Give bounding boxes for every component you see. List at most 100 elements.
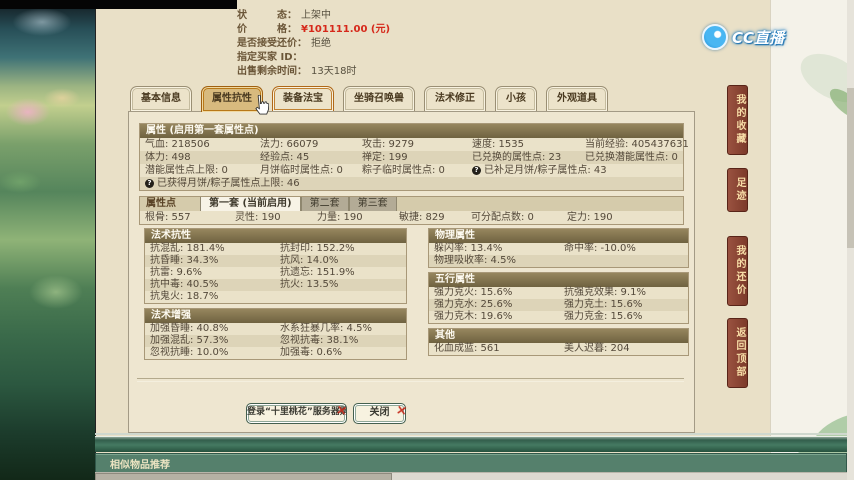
stat-cell: 抗雷: 9.6% <box>150 267 280 279</box>
tab-label: 属性抗性 <box>212 93 252 104</box>
sale-info-label: 价 格： <box>237 23 297 37</box>
cursor-hand-icon <box>253 95 269 120</box>
stat-rows: 抗混乱: 181.4% 抗封印: 152.2% 抗昏睡: 34.3% 抗风: 1… <box>145 243 406 303</box>
box-title: 物理属性 <box>429 229 688 243</box>
box-title: 五行属性 <box>429 273 688 287</box>
tab-label: 小孩 <box>506 93 526 104</box>
stat-row: 加强昏睡: 40.8% 水系狂暴几率: 4.5% <box>145 323 406 335</box>
tab[interactable]: 基本信息 <box>130 86 192 111</box>
attributes-box: 属性 (启用第一套属性点) 气血: 218506 法力: 66079 攻击: 9… <box>139 123 684 191</box>
box-title: 其他 <box>429 329 688 343</box>
tab-label: 基本信息 <box>141 93 181 104</box>
stat-row: 抗混乱: 181.4% 抗封印: 152.2% <box>145 243 406 255</box>
box-title: 法术增强 <box>145 309 406 323</box>
tab[interactable]: 小孩 <box>495 86 537 111</box>
physical-attr-box: 物理属性 躲闪率: 13.4% 命中率: -10.0% 物理吸收率: 4.5% <box>428 228 689 268</box>
stat-rows: 加强昏睡: 40.8% 水系狂暴几率: 4.5% 加强混乱: 57.3% 忽视抗… <box>145 323 406 359</box>
attribute-points-tab[interactable]: 第一套 (当前启用) <box>200 197 301 211</box>
stat-row: 加强混乱: 57.3% 忽视抗毒: 38.1% <box>145 335 406 347</box>
red-seal-icon: ✕ <box>395 403 408 420</box>
stat-cell: ?已补足月饼/粽子属性点: 43 <box>472 164 585 177</box>
top-black-strip <box>0 0 237 9</box>
sidebar-tab-label: 足迹 <box>734 177 745 203</box>
attribute-points-tab[interactable]: 第三套 <box>349 197 397 211</box>
cc-live-brand-text: CC直播 <box>732 27 784 48</box>
stat-cell: 法力: 66079 <box>260 138 362 151</box>
stat-cell: 忽视抗睡: 10.0% <box>150 347 280 359</box>
sale-info-value: 拒绝 <box>311 37 331 51</box>
tab[interactable]: 装备法宝 <box>272 86 334 111</box>
horizontal-scrollbar[interactable] <box>95 472 854 480</box>
stat-cell: 化血成蓝: 561 <box>434 343 564 355</box>
sale-info-row: 状 态： 上架中 <box>237 9 390 23</box>
stat-row: 强力克木: 19.6% 强力克金: 15.6% <box>429 311 688 323</box>
h-scrollbar-thumb[interactable] <box>95 473 392 480</box>
attributes-row: ?已获得月饼/粽子属性点上限: 46 <box>140 177 683 190</box>
sidebar-tab-label: 我的还价 <box>734 245 745 297</box>
stat-cell: 抗火: 13.5% <box>280 279 406 291</box>
sale-info-label: 状 态： <box>237 9 297 23</box>
character-detail-panel: 属性 (启用第一套属性点) 气血: 218506 法力: 66079 攻击: 9… <box>128 111 695 433</box>
tab[interactable]: 坐骑召唤兽 <box>343 86 415 111</box>
attribute-points-header: 属性点 第一套 (当前启用) 第二套 第三套 <box>140 197 683 211</box>
stat-cell: 攻击: 9279 <box>362 138 472 151</box>
divider <box>95 433 847 435</box>
stat-rows: 强力克火: 15.6% 抗强克效果: 9.1% 强力克水: 25.6% 强力克土… <box>429 287 688 323</box>
stat-cell: 抗遗忘: 151.9% <box>280 267 406 279</box>
stat-cell: 抗风: 14.0% <box>280 255 406 267</box>
stat-rows: 化血成蓝: 561 美人迟暮: 204 <box>429 343 688 355</box>
stat-cell <box>362 177 472 190</box>
attribute-points-tab-label: 第三套 <box>358 198 388 209</box>
box-title: 法术抗性 <box>145 229 406 243</box>
stat-row: 抗昏睡: 34.3% 抗风: 14.0% <box>145 255 406 267</box>
stat-cell <box>280 291 406 303</box>
stat-cell: 命中率: -10.0% <box>564 243 688 255</box>
stat-cell: 当前经验: 405437631 <box>585 138 689 151</box>
attributes-row: 潜能属性点上限: 0 月饼临时属性点: 0 粽子临时属性点: 0 ?已补足月饼/… <box>140 164 683 177</box>
help-icon[interactable]: ? <box>472 166 481 175</box>
attribute-points-tab-label: 第二套 <box>310 198 340 209</box>
sale-info-label: 出售剩余时间： <box>237 65 307 79</box>
attribute-points-box: 属性点 第一套 (当前启用) 第二套 第三套 <box>139 196 684 225</box>
tab-label: 外观道具 <box>557 93 597 104</box>
stat-cell: 强力克金: 15.6% <box>564 311 688 323</box>
sidebar-tab[interactable]: 我的收藏 <box>727 85 748 155</box>
sale-info-value: 13天18时 <box>311 65 356 79</box>
stat-cell: 月饼临时属性点: 0 <box>260 164 362 177</box>
stat-cell <box>585 164 683 177</box>
stat-cell: 抗封印: 152.2% <box>280 243 406 255</box>
tab[interactable]: 法术修正 <box>424 86 486 111</box>
v-scrollbar-thumb[interactable] <box>847 88 854 248</box>
stat-row: 躲闪率: 13.4% 命中率: -10.0% <box>429 243 688 255</box>
attribute-points-tab[interactable]: 第二套 <box>301 197 349 211</box>
stat-cell: 禅定: 199 <box>362 151 472 164</box>
tab[interactable]: 外观道具 <box>546 86 608 111</box>
sale-info-value: ¥101111.00 (元) <box>301 23 390 37</box>
spell-enhance-box: 法术增强 加强昏睡: 40.8% 水系狂暴几率: 4.5% 加强混乱: 57.3… <box>144 308 407 360</box>
stat-cell: 加强混乱: 57.3% <box>150 335 280 347</box>
sidebar-tab-label: 返回顶部 <box>734 327 745 379</box>
stat-cell: 经验点: 45 <box>260 151 362 164</box>
sidebar-tab[interactable]: 我的还价 <box>727 236 748 306</box>
cc-live-watermark: CC直播 <box>702 24 784 50</box>
sidebar-tab[interactable]: 返回顶部 <box>727 318 748 388</box>
stat-cell: 可分配点数: 0 <box>471 211 567 224</box>
stat-cell: 强力克土: 15.6% <box>564 299 688 311</box>
vertical-scrollbar[interactable] <box>847 0 854 480</box>
stat-cell <box>260 177 362 190</box>
stat-cell: 速度: 1535 <box>472 138 585 151</box>
stat-cell: 根骨: 557 <box>145 211 235 224</box>
page: CC直播 状 态： 上架中 价 格： ¥101111.00 (元) 是否接受还价… <box>0 0 854 480</box>
stat-cell: 抗鬼火: 18.7% <box>150 291 280 303</box>
login-buy-button[interactable]: 登录“十里桃花”服务器购买 <box>246 403 347 424</box>
side-tab-bar: 我的收藏 足迹 我的还价 返回顶部 <box>727 85 748 388</box>
stat-cell: 躲闪率: 13.4% <box>434 243 564 255</box>
attribute-points-title: 属性点 <box>140 197 200 211</box>
help-icon[interactable]: ? <box>145 179 154 188</box>
other-stats-box: 其他 化血成蓝: 561 美人迟暮: 204 <box>428 328 689 356</box>
stat-row: 物理吸收率: 4.5% <box>429 255 688 267</box>
stat-cell: 粽子临时属性点: 0 <box>362 164 472 177</box>
sidebar-tab[interactable]: 足迹 <box>727 168 748 212</box>
tab-label: 法术修正 <box>435 93 475 104</box>
attribute-points-values: 根骨: 557灵性: 190力量: 190敏捷: 829可分配点数: 0定力: … <box>140 211 683 224</box>
